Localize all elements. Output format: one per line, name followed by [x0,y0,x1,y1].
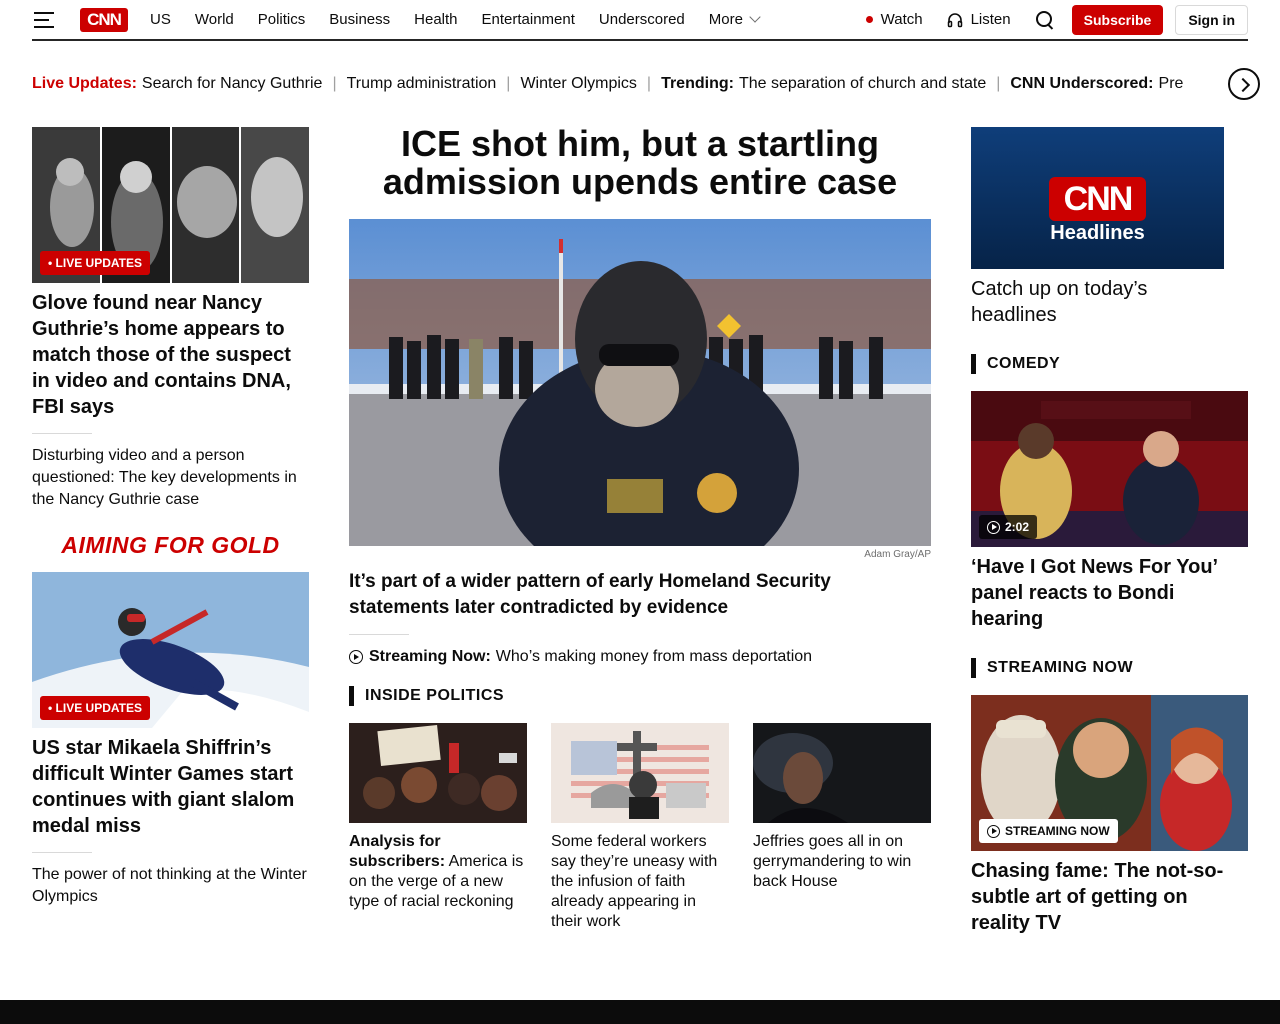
nav-underscored[interactable]: Underscored [599,11,685,28]
breaking-ticker: Live Updates: Search for Nancy Guthrie |… [32,70,1218,98]
ticker-separator: | [332,75,337,92]
video-duration-badge: 2:02 [979,515,1038,539]
comedy-headline[interactable]: ‘Have I Got News For You’ panel reacts t… [971,554,1248,632]
chevron-down-icon [749,11,761,23]
ticker-item-trump-administration[interactable]: Trump administration [347,75,497,93]
politics-card-2-text[interactable]: Some federal workers say they’re uneasy … [551,832,729,932]
cnn-logo[interactable]: CNN [80,7,128,32]
lead-story-image[interactable] [349,219,931,546]
watch-label: Watch [880,11,923,28]
footer-bar [0,1000,1280,1024]
play-icon [987,520,1000,534]
ticker-item-winter-olympics[interactable]: Winter Olympics [520,75,636,93]
ticker-underscored-label: CNN Underscored: [1010,75,1154,92]
sign-in-button[interactable]: Sign in [1175,4,1248,35]
politics-card-1-image[interactable] [349,723,527,823]
nav-politics[interactable]: Politics [258,11,306,28]
lead-story-subheadline[interactable]: It’s part of a wider pattern of early Ho… [349,569,931,621]
divider [349,634,409,635]
listen-label: Listen [970,11,1011,28]
nav-health[interactable]: Health [414,11,457,28]
divider [32,433,92,434]
ticker-item-nancy-guthrie[interactable]: Search for Nancy Guthrie [142,75,323,93]
photo-credit: Adam Gray/AP [864,549,931,560]
live-updates-badge: • LIVE UPDATES [40,696,150,720]
streaming-badge-text: STREAMING NOW [1005,824,1110,838]
ticker-next-button[interactable] [1228,68,1260,100]
ticker-fade [1180,70,1220,98]
politics-card-1-text[interactable]: Analysis for subscribers: America is on … [349,832,527,912]
ticker-separator: | [506,75,511,92]
politics-card-3-text[interactable]: Jeffries goes all in on gerrymandering t… [753,832,931,892]
faith-illustration [551,723,729,823]
header-actions: Watch Listen Subscribe Sign in [865,0,1248,39]
cnn-headlines-logo: CNN [1049,177,1146,221]
shiffrin-story-image[interactable]: • LIVE UPDATES [32,572,309,728]
ticker-item-trending[interactable]: The separation of church and state [739,75,986,93]
live-updates-badge: • LIVE UPDATES [40,251,150,275]
main-nav: US World Politics Business Health Entert… [150,0,783,39]
politics-card-3-image[interactable] [753,723,931,823]
jeffries-photo [753,723,931,823]
streaming-now-label: Streaming Now: [369,648,491,665]
cnn-headlines-caption[interactable]: Catch up on today’s headlines [971,276,1224,328]
card-label: Analysis for subscribers: [349,833,446,870]
politics-card-2-image[interactable] [551,723,729,823]
guthrie-subheadline[interactable]: Disturbing video and a person questioned… [32,445,309,511]
streaming-now-link[interactable]: Streaming Now: Who’s making money from m… [349,648,931,666]
cnn-headlines-wordmark: Headlines [1050,222,1145,244]
card-headline: Some federal workers say they’re uneasy … [551,833,718,930]
inside-politics-section-title[interactable]: INSIDE POLITICS [349,686,504,706]
card-headline: Jeffries goes all in on gerrymandering t… [753,833,912,890]
streaming-now-badge: STREAMING NOW [979,819,1118,843]
aiming-for-gold-logo[interactable]: AIMING FOR GOLD [32,532,309,559]
play-icon [987,824,1000,838]
search-icon[interactable] [1035,10,1055,30]
nav-world[interactable]: World [195,11,234,28]
ticker-live-label: Live Updates: [32,75,137,92]
watch-link[interactable]: Watch [865,11,923,28]
listen-link[interactable]: Listen [947,11,1011,28]
nav-entertainment[interactable]: Entertainment [482,11,575,28]
ice-officer-photo [349,219,931,546]
ticker-trending-label: Trending: [661,75,734,92]
guthrie-story-image[interactable]: • LIVE UPDATES [32,127,309,283]
streaming-now-thumbnail[interactable]: STREAMING NOW [971,695,1248,851]
shiffrin-headline[interactable]: US star Mikaela Shiffrin’s difficult Win… [32,735,309,839]
duration-text: 2:02 [1005,520,1030,534]
streaming-now-text: Who’s making money from mass deportation [495,648,813,665]
protest-photo [349,723,527,823]
menu-icon[interactable] [34,11,54,28]
live-dot-icon [865,16,873,23]
site-header: CNN US World Politics Business Health En… [32,0,1248,41]
comedy-section-title[interactable]: COMEDY [971,354,1060,374]
divider [32,852,92,853]
ticker-separator: | [646,75,652,92]
nav-more[interactable]: More [708,11,761,28]
lead-story-title[interactable]: ICE shot him, but a startling admission … [349,125,931,201]
play-icon [349,650,363,664]
nav-business[interactable]: Business [329,11,390,28]
headphones-icon [947,12,962,27]
streaming-now-headline[interactable]: Chasing fame: The not-so-subtle art of g… [971,858,1248,936]
ticker-separator: | [996,75,1001,92]
shiffrin-subheadline[interactable]: The power of not thinking at the Winter … [32,864,309,908]
comedy-video-thumbnail[interactable]: 2:02 [971,391,1248,547]
subscribe-button[interactable]: Subscribe [1071,4,1164,35]
guthrie-headline[interactable]: Glove found near Nancy Guthrie’s home ap… [32,290,309,420]
nav-us[interactable]: US [150,11,171,28]
streaming-now-section-title[interactable]: STREAMING NOW [971,658,1133,678]
nav-more-label: More [708,11,743,28]
